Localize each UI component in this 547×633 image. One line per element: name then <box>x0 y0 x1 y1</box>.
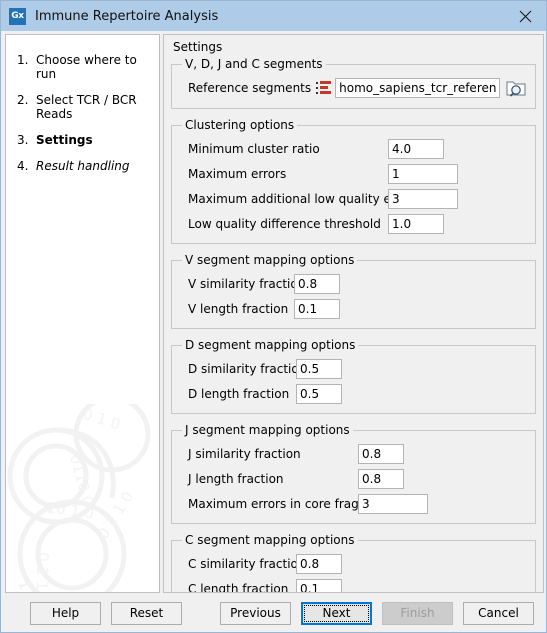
svg-text:0110 0: 0110 0 <box>66 452 97 507</box>
field-row-minimum-cluster-ratio: Minimum cluster ratio <box>180 136 527 161</box>
group-j-segment-mapping-options: J segment mapping options J similarity f… <box>171 423 536 524</box>
group-legend: V, D, J and C segments <box>185 57 323 71</box>
group-vdjc-segments: V, D, J and C segments Reference segment… <box>171 57 536 109</box>
maximum-errors-input[interactable] <box>388 163 458 184</box>
next-button[interactable]: Next <box>301 601 372 625</box>
sidebar-step-2[interactable]: 2. Select TCR / BCR Reads <box>6 87 159 127</box>
svg-text:0 1 1 0: 0 1 1 0 <box>32 552 52 593</box>
field-row-j-length-fraction: J length fraction <box>180 466 527 491</box>
svg-text:0 1 0: 0 1 0 <box>81 405 123 434</box>
field-row-c-similarity-fraction: C similarity fraction <box>180 551 527 576</box>
field-label: C length fraction <box>188 581 289 593</box>
app-icon: Gx <box>9 7 26 25</box>
close-icon[interactable] <box>504 1 546 31</box>
reference-segments-row: Reference segments <box>180 75 527 101</box>
maximum-additional-low-quality-errors-input[interactable] <box>388 188 458 209</box>
field-row-max-additional-low-quality-errors: Maximum additional low quality errors <box>180 186 527 211</box>
field-label: Maximum errors <box>188 166 287 181</box>
group-legend: Clustering options <box>185 118 295 132</box>
group-legend: D segment mapping options <box>185 338 356 352</box>
svg-text:0 1 1 0: 0 1 1 0 <box>94 488 137 542</box>
group-v-segment-mapping-options: V segment mapping options V similarity f… <box>171 253 536 329</box>
field-row-j-similarity-fraction: J similarity fraction <box>180 441 527 466</box>
step-number: 3. <box>17 133 29 147</box>
sidebar-step-4[interactable]: 4. Result handling <box>6 153 159 179</box>
group-legend: V segment mapping options <box>185 253 355 267</box>
help-button[interactable]: Help <box>30 601 101 625</box>
sidebar-step-3[interactable]: 3. Settings <box>6 127 159 153</box>
list-icon <box>316 81 332 94</box>
finish-button: Finish <box>382 601 453 625</box>
j-similarity-fraction-input[interactable] <box>358 443 404 464</box>
reference-segments-input[interactable] <box>335 78 500 98</box>
field-row-max-errors-core-fragment: Maximum errors in core fragment <box>180 491 527 516</box>
field-label: J similarity fraction <box>188 446 301 461</box>
field-row-maximum-errors: Maximum errors <box>180 161 527 186</box>
field-row-d-length-fraction: D length fraction <box>180 381 527 406</box>
dialog-body: 0 1 0 0110 0 10 1 0 0 1 1 0 1 0 1 0 0 1 … <box>1 31 546 596</box>
field-label: Maximum errors in core fragment <box>188 496 391 511</box>
reference-segments-label: Reference segments <box>188 81 312 95</box>
title-bar: Gx Immune Repertoire Analysis <box>1 1 546 31</box>
dialog-window: Gx Immune Repertoire Analysis 0 1 0 0110… <box>0 0 547 633</box>
group-d-segment-mapping-options: D segment mapping options D similarity f… <box>171 338 536 414</box>
field-label: J length fraction <box>188 471 284 486</box>
sidebar-step-1[interactable]: 1. Choose where to run <box>6 47 159 87</box>
wizard-steps-sidebar: 0 1 0 0110 0 10 1 0 0 1 1 0 1 0 1 0 0 1 … <box>5 34 160 593</box>
step-label: Select TCR / BCR Reads <box>36 93 137 121</box>
field-label: Low quality difference threshold <box>188 216 381 231</box>
step-label: Choose where to run <box>36 53 137 81</box>
field-row-v-similarity-fraction: V similarity fraction <box>180 271 527 296</box>
field-label: C similarity fraction <box>188 556 306 571</box>
v-length-fraction-input[interactable] <box>294 298 340 319</box>
footer-right-buttons: Previous Next Finish Cancel <box>220 601 534 625</box>
low-quality-difference-threshold-input[interactable] <box>388 213 444 234</box>
field-row-c-length-fraction: C length fraction <box>180 576 527 593</box>
step-number: 1. <box>17 53 29 67</box>
d-similarity-fraction-input[interactable] <box>296 358 342 379</box>
group-legend: J segment mapping options <box>185 423 350 437</box>
step-number: 2. <box>17 93 29 107</box>
j-length-fraction-input[interactable] <box>358 468 404 489</box>
previous-button[interactable]: Previous <box>220 601 291 625</box>
folder-search-icon[interactable] <box>505 78 527 98</box>
field-label: D length fraction <box>188 386 290 401</box>
field-row-d-similarity-fraction: D similarity fraction <box>180 356 527 381</box>
step-label: Settings <box>36 133 93 147</box>
field-row-v-length-fraction: V length fraction <box>180 296 527 321</box>
d-length-fraction-input[interactable] <box>296 383 342 404</box>
step-label: Result handling <box>36 159 130 173</box>
window-title: Immune Repertoire Analysis <box>35 8 219 24</box>
field-label: V similarity fraction <box>188 276 306 291</box>
reset-button[interactable]: Reset <box>111 601 182 625</box>
c-length-fraction-input[interactable] <box>296 578 342 592</box>
v-similarity-fraction-input[interactable] <box>294 273 340 294</box>
group-c-segment-mapping-options: C segment mapping options C similarity f… <box>171 533 536 593</box>
page-title: Settings <box>173 40 223 54</box>
dialog-footer: Help Reset Previous Next Finish Cancel <box>1 594 546 632</box>
c-similarity-fraction-input[interactable] <box>296 553 342 574</box>
maximum-errors-in-core-fragment-input[interactable] <box>358 493 428 514</box>
step-number: 4. <box>17 159 29 173</box>
field-label: D similarity fraction <box>188 361 307 376</box>
decorative-watermark: 0 1 0 0110 0 10 1 0 0 1 1 0 1 0 1 0 0 1 … <box>7 404 151 593</box>
svg-text:10 1 0: 10 1 0 <box>45 498 95 522</box>
svg-text:1 0 1 0: 1 0 1 0 <box>14 577 49 593</box>
step-list: 1. Choose where to run 2. Select TCR / B… <box>6 35 159 179</box>
field-label: Maximum additional low quality errors <box>188 191 419 206</box>
field-row-low-quality-difference-threshold: Low quality difference threshold <box>180 211 527 236</box>
cancel-button[interactable]: Cancel <box>463 601 534 625</box>
field-label: V length fraction <box>188 301 289 316</box>
settings-panel: Settings V, D, J and C segments Referenc… <box>163 34 544 593</box>
minimum-cluster-ratio-input[interactable] <box>388 138 444 159</box>
group-clustering-options: Clustering options Minimum cluster ratio… <box>171 118 536 244</box>
group-legend: C segment mapping options <box>185 533 355 547</box>
field-label: Minimum cluster ratio <box>188 141 320 156</box>
footer-left-buttons: Help Reset <box>30 601 182 625</box>
